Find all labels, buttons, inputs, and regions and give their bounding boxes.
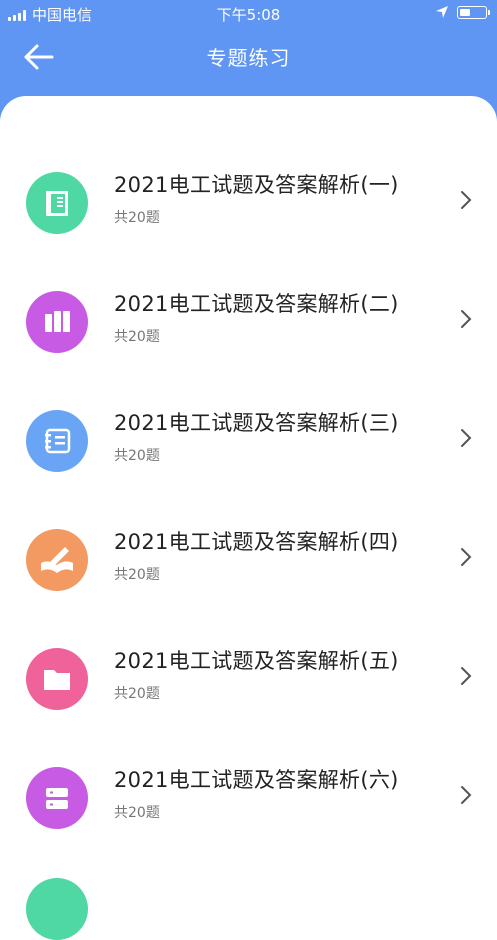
chevron-right-icon <box>461 667 472 685</box>
item-title: 2021电工试题及答案解析(三) <box>114 411 399 435</box>
list-item[interactable]: 2021电工试题及答案解析(六) 共20题 <box>0 759 497 869</box>
status-bar: 中国电信 下午5:08 <box>0 0 497 28</box>
clock: 下午5:08 <box>216 6 281 24</box>
list-item[interactable]: 2021电工试题及答案解析(五) 共20题 <box>0 640 497 750</box>
location-arrow-icon <box>436 6 448 18</box>
item-title: 2021电工试题及答案解析(六) <box>114 768 399 792</box>
chevron-right-icon <box>461 786 472 804</box>
battery-level <box>460 8 470 16</box>
list-item[interactable]: 2021电工试题及答案解析(四) 共20题 <box>0 521 497 631</box>
chevron-right-icon <box>461 429 472 447</box>
item-title: 2021电工试题及答案解析(二) <box>114 292 399 316</box>
partial-item-icon <box>26 878 88 940</box>
item-title: 2021电工试题及答案解析(五) <box>114 649 399 673</box>
server-icon <box>26 767 88 829</box>
notebook-icon <box>26 172 88 234</box>
list-item[interactable]: 2021电工试题及答案解析(三) 共20题 <box>0 402 497 512</box>
open-book-pencil-icon <box>26 529 88 591</box>
item-count: 共20题 <box>114 567 160 583</box>
item-count: 共20题 <box>114 686 160 702</box>
navigation-bar: 专题练习 <box>0 28 497 84</box>
battery-icon <box>457 5 490 19</box>
chevron-right-icon <box>461 548 472 566</box>
status-right <box>435 5 490 19</box>
book-list-icon <box>26 410 88 472</box>
item-count: 共20题 <box>114 805 160 821</box>
page-title: 专题练习 <box>206 46 291 70</box>
list-item[interactable]: 2021电工试题及答案解析(一) 共20题 <box>0 164 497 274</box>
item-count: 共20题 <box>114 329 160 345</box>
item-title: 2021电工试题及答案解析(四) <box>114 530 399 554</box>
item-count: 共20题 <box>114 210 160 226</box>
chevron-right-icon <box>461 191 472 209</box>
item-title: 2021电工试题及答案解析(一) <box>114 173 399 197</box>
chevron-right-icon <box>461 310 472 328</box>
books-icon <box>26 291 88 353</box>
item-count: 共20题 <box>114 448 160 464</box>
list-item[interactable]: 2021电工试题及答案解析(二) 共20题 <box>0 283 497 393</box>
folder-icon <box>26 648 88 710</box>
